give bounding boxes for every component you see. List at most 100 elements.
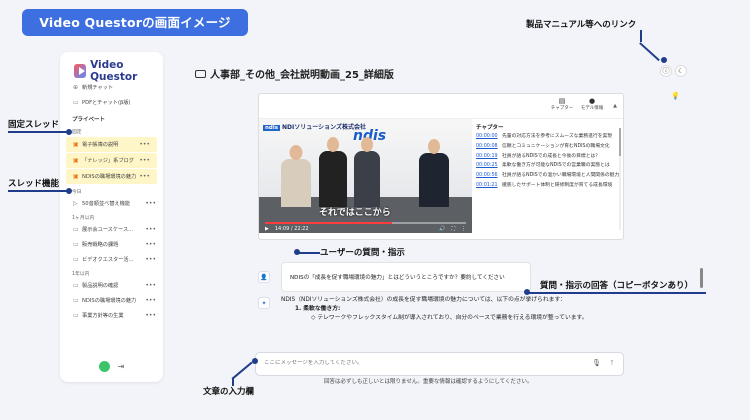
year-heading: 1年以内: [72, 272, 90, 277]
more-options-icon[interactable]: •••: [145, 226, 156, 233]
pinned-thread-item[interactable]: ▣ 「ナレッジ」系ブログ •••: [66, 153, 157, 168]
more-options-icon[interactable]: •••: [145, 256, 156, 263]
more-options-icon[interactable]: •••: [139, 157, 150, 164]
thread-item[interactable]: ▭ 販売戦略の課題 •••: [60, 237, 163, 252]
progress-fill: [265, 222, 392, 224]
chapter-button[interactable]: ▤ チャプター: [549, 97, 575, 111]
video-card: ▤ チャプター ● モデル情報 ▲ ndis NDIソリューションズ株式会社 nd…: [258, 93, 624, 240]
pdf-chat-label: PDFとチャット(β版): [82, 100, 131, 106]
thread-item[interactable]: ▭ NDISの職場環境の魅力 •••: [60, 293, 163, 308]
more-options-icon[interactable]: •••: [145, 312, 156, 319]
chapter-summary: 柔軟な働き方が可能なNDISでの営業職の実態とは: [502, 163, 610, 169]
pinned-heading: 固定: [72, 130, 82, 135]
new-chat-button[interactable]: ⊕ 新規チャット: [60, 80, 163, 95]
video-time: 14:09 / 22:22: [274, 226, 309, 232]
video-icon: ▣: [73, 173, 79, 180]
video-caption: それではここから: [319, 208, 391, 218]
thread-label: NDISの職場環境の魅力: [82, 298, 137, 304]
volume-icon[interactable]: 🔊: [439, 226, 445, 232]
chapter-timestamp-link[interactable]: 00:00:25: [476, 163, 502, 170]
chapter-item[interactable]: 00:00:25 柔軟な働き方が可能なNDISでの営業職の実態とは: [476, 163, 621, 170]
thread-label: 50音順並べ替え機能: [82, 201, 131, 207]
chat-scrollbar[interactable]: [700, 268, 703, 288]
sidebar: Video Questor ⊕ 新規チャット ▭ PDFとチャット(β版) プラ…: [60, 52, 163, 382]
answer-intro: NDIS（NDIソリューションズ株式会社）の成長を促す職場環境の魅力については、…: [281, 297, 567, 303]
chapter-timestamp-link[interactable]: 00:01:21: [476, 183, 502, 190]
chapter-item[interactable]: 00:00:19 社員が語るNDISでの成長と今後の目標とは？: [476, 154, 621, 161]
video-player[interactable]: ndis NDIソリューションズ株式会社 ndis それではここから ▶ 14:0…: [259, 119, 472, 233]
annotation-manual-link: 製品マニュアル等へのリンク: [526, 20, 637, 30]
message-input-box: 🎙 ↑: [255, 352, 624, 376]
disclaimer-text: 回答は必ずしも正しいとは限りません。重要な情報は確認するようにしてください。: [324, 379, 533, 385]
chapter-timestamp-link[interactable]: 00:00:00: [476, 134, 502, 141]
chapter-list-title: チャプター: [476, 125, 504, 131]
brand[interactable]: Video Questor: [60, 52, 163, 83]
chapter-item[interactable]: 00:00:08 信頼とコミュニケーションが育むNDISの職場文化: [476, 144, 621, 151]
more-options-icon[interactable]: •••: [145, 241, 156, 248]
chapter-timestamp-link[interactable]: 00:00:19: [476, 154, 502, 161]
pinned-thread-item[interactable]: ▣ 電子帳簿の説明 •••: [66, 137, 157, 152]
lightbulb-icon[interactable]: 💡: [671, 92, 680, 100]
banner-title: Video Questorの画面イメージ: [22, 9, 248, 36]
info-icon: ●: [588, 97, 596, 105]
more-options-icon[interactable]: •••: [145, 297, 156, 304]
person-figure: [319, 137, 347, 207]
pdf-chat-button[interactable]: ▭ PDFとチャット(β版): [60, 95, 163, 110]
chapter-timestamp-link[interactable]: 00:00:08: [476, 144, 502, 151]
pinned-thread-item[interactable]: ▣ NDISの職場環境の魅力 •••: [66, 169, 157, 184]
annotation-leader-line: [528, 292, 706, 294]
player-controls: ▶ 14:09 / 22:22: [265, 226, 309, 232]
dark-mode-icon[interactable]: ☾: [675, 65, 687, 77]
thread-item[interactable]: ▭ 事業方針等の生業 •••: [60, 308, 163, 323]
chapter-list: チャプター 00:00:00 先輩の対応方法を参考にスムーズな業務進行を実現 00…: [476, 123, 621, 235]
answer-bullet-text: テレワークやフレックスタイム制が導入されており、自分のペースで業務を行える環境が…: [317, 315, 588, 321]
answer-bullet: ◇ テレワークやフレックスタイム制が導入されており、自分のペースで業務を行える環…: [311, 315, 588, 321]
annotation-answer: 質問・指示の回答（コピーボタンあり）: [540, 281, 694, 291]
chapter-scrollbar[interactable]: [619, 128, 621, 230]
annotation-user-question: ユーザーの質問・指示: [320, 248, 405, 258]
chapter-timestamp-link[interactable]: 00:00:56: [476, 173, 502, 180]
video-icon: ▣: [73, 141, 79, 148]
video-icon: ▣: [73, 157, 79, 164]
thread-label: ビデオクエスター活...: [82, 257, 134, 263]
more-options-icon[interactable]: •••: [145, 282, 156, 289]
thread-item[interactable]: ▷ 50音順並べ替え機能 •••: [60, 196, 163, 211]
model-info-button[interactable]: ● モデル情報: [579, 97, 605, 111]
video-icon: [195, 69, 206, 78]
chapter-summary: 徹底したサポート体制と研修制度が育てる成長環境: [502, 182, 613, 188]
user-status-icon[interactable]: [98, 361, 110, 372]
document-icon: ▭: [73, 99, 79, 106]
chapter-item[interactable]: 00:00:56 社員が語るNDISでの温かい職場環境と人間関係の魅力: [476, 173, 621, 180]
more-options-icon[interactable]: •••: [139, 141, 150, 148]
chevron-up-icon[interactable]: ▲: [613, 103, 617, 109]
person-figure: [419, 139, 449, 207]
user-avatar-icon: 👤: [258, 271, 270, 283]
send-icon[interactable]: ↑: [609, 359, 615, 367]
annotation-dot: [252, 358, 258, 364]
play-icon[interactable]: ▶: [265, 226, 269, 232]
logout-icon[interactable]: ⇥: [118, 362, 125, 371]
annotation-thread-function: スレッド機能: [8, 179, 60, 189]
video-progress-bar[interactable]: [265, 222, 466, 224]
microphone-icon[interactable]: 🎙: [592, 359, 601, 367]
plus-icon: ⊕: [73, 84, 79, 91]
slide-badge: ndis: [263, 125, 281, 131]
annotation-leader-line: [640, 30, 642, 42]
annotation-leader-line: [8, 190, 68, 192]
more-options-icon[interactable]: •••: [145, 200, 156, 207]
message-input[interactable]: [264, 360, 564, 366]
fullscreen-icon[interactable]: ⛶: [451, 226, 455, 232]
thread-item[interactable]: ▭ 展示会ユースケース... •••: [60, 222, 163, 237]
top-right-icons: ⓘ ☾: [660, 65, 687, 77]
person-figure: [281, 145, 311, 207]
thread-item[interactable]: ▭ 製品説明の確認 •••: [60, 278, 163, 293]
more-options-icon[interactable]: •••: [139, 173, 150, 180]
chapter-item[interactable]: 00:00:00 先輩の対応方法を参考にスムーズな業務進行を実現: [476, 134, 621, 141]
more-options-icon[interactable]: ⋮: [461, 226, 466, 232]
annotation-leader-line: [298, 252, 320, 254]
chapter-item[interactable]: 00:01:21 徹底したサポート体制と研修制度が育てる成長環境: [476, 183, 621, 190]
thread-item[interactable]: ▭ ビデオクエスター活... •••: [60, 252, 163, 267]
brand-name: Video Questor: [90, 58, 138, 83]
info-icon[interactable]: ⓘ: [660, 65, 672, 77]
thread-label: 電子帳簿の説明: [82, 142, 119, 148]
